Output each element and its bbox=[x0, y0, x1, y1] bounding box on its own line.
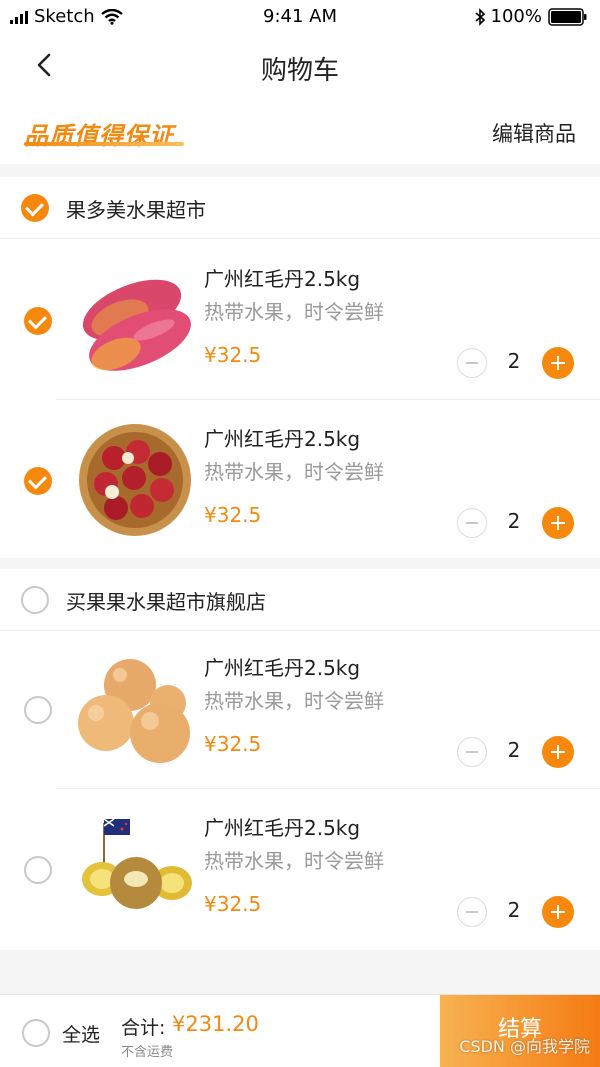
store-checkbox[interactable] bbox=[21, 194, 49, 222]
increase-quantity-button[interactable] bbox=[542, 736, 574, 768]
cart-item: 广州红毛丹2.5kg 热带水果，时令尝鲜 ¥32.5 2 bbox=[0, 789, 600, 949]
cart-item: 广州红毛丹2.5kg 热带水果，时令尝鲜 ¥32.5 2 bbox=[0, 240, 600, 400]
decrease-quantity-button[interactable] bbox=[457, 508, 487, 538]
shipping-note: 不含运费 bbox=[121, 1045, 174, 1060]
pear-image bbox=[78, 659, 190, 763]
total-label: 合计: bbox=[121, 1017, 166, 1039]
item-name[interactable]: 广州红毛丹2.5kg bbox=[204, 652, 360, 681]
select-all-label[interactable]: 全选 bbox=[62, 1020, 100, 1047]
item-quantity: 2 bbox=[507, 509, 521, 533]
item-description: 热带水果，时令尝鲜 bbox=[204, 689, 384, 713]
total-price: ¥231.20 bbox=[172, 1012, 259, 1036]
item-description: 热带水果，时令尝鲜 bbox=[204, 300, 384, 324]
page-title: 购物车 bbox=[260, 56, 339, 86]
quality-banner: 品质值得保证 编辑商品 bbox=[0, 98, 600, 164]
logo-underline bbox=[24, 142, 184, 146]
item-name[interactable]: 广州红毛丹2.5kg bbox=[204, 812, 360, 841]
store-header: 买果果水果超市旗舰店 bbox=[0, 569, 600, 631]
item-description: 热带水果，时令尝鲜 bbox=[204, 460, 384, 484]
edit-items-button[interactable]: 编辑商品 bbox=[492, 118, 576, 148]
increase-quantity-button[interactable] bbox=[542, 507, 574, 539]
cart-item: 广州红毛丹2.5kg 热带水果，时令尝鲜 ¥32.5 2 bbox=[0, 629, 600, 789]
item-name[interactable]: 广州红毛丹2.5kg bbox=[204, 423, 360, 452]
item-price: ¥32.5 bbox=[204, 503, 262, 527]
checkout-bar: 全选 合计: ¥231.20 不含运费 结算 CSDN @向我学院 bbox=[0, 994, 600, 1067]
increase-quantity-button[interactable] bbox=[542, 896, 574, 928]
store-checkbox[interactable] bbox=[21, 586, 49, 614]
battery-icon bbox=[548, 7, 587, 26]
decrease-quantity-button[interactable] bbox=[457, 348, 487, 378]
item-quantity: 2 bbox=[507, 738, 521, 762]
status-bar: Sketch 9:41 AM 100% bbox=[0, 0, 600, 34]
bluetooth-icon bbox=[475, 7, 485, 26]
store-name: 果多美水果超市 bbox=[66, 198, 206, 222]
rambutan-basket-image bbox=[79, 424, 191, 536]
item-name[interactable]: 广州红毛丹2.5kg bbox=[204, 263, 360, 292]
store-header: 果多美水果超市 bbox=[0, 177, 600, 239]
decrease-quantity-button[interactable] bbox=[457, 737, 487, 767]
item-price: ¥32.5 bbox=[204, 892, 262, 916]
store-section: 果多美水果超市 广州红毛丹2.5kg 热带水果，时令尝鲜 ¥32.5 2 广州红… bbox=[0, 177, 600, 558]
store-name: 买果果水果超市旗舰店 bbox=[66, 590, 266, 614]
item-description: 热带水果，时令尝鲜 bbox=[204, 849, 384, 873]
item-checkbox[interactable] bbox=[24, 696, 52, 724]
item-checkbox[interactable] bbox=[24, 856, 52, 884]
battery-percent: 100% bbox=[490, 6, 542, 27]
item-checkbox[interactable] bbox=[24, 307, 52, 335]
decrease-quantity-button[interactable] bbox=[457, 897, 487, 927]
kiwi-image bbox=[82, 818, 192, 909]
item-price: ¥32.5 bbox=[204, 343, 262, 367]
item-quantity: 2 bbox=[507, 898, 521, 922]
watermark: CSDN @向我学院 bbox=[459, 1037, 590, 1056]
select-all-checkbox[interactable] bbox=[22, 1019, 50, 1047]
item-checkbox[interactable] bbox=[24, 467, 52, 495]
item-price: ¥32.5 bbox=[204, 732, 262, 756]
mango-image bbox=[82, 279, 191, 371]
increase-quantity-button[interactable] bbox=[542, 347, 574, 379]
item-quantity: 2 bbox=[507, 349, 521, 373]
store-section: 买果果水果超市旗舰店 广州红毛丹2.5kg 热带水果，时令尝鲜 ¥32.5 2 bbox=[0, 569, 600, 950]
cart-item: 广州红毛丹2.5kg 热带水果，时令尝鲜 ¥32.5 2 bbox=[0, 400, 600, 560]
nav-bar: 购物车 bbox=[0, 34, 600, 98]
